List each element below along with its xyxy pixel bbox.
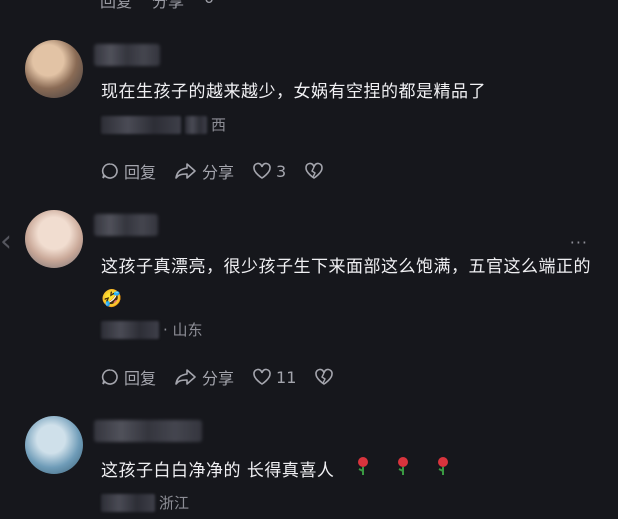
timestamp-blurred (101, 320, 159, 339)
reply-bubble-icon (101, 163, 118, 179)
comment-meta: 浙江 (101, 492, 189, 513)
comment-meta: · 山东 (101, 319, 203, 340)
share-button[interactable]: 分享 (174, 365, 234, 389)
comment-actions: 回复 分享 11 (100, 365, 356, 389)
like-count[interactable]: 0 (204, 0, 214, 12)
like-count: 11 (276, 367, 297, 387)
timestamp-blurred (101, 493, 155, 512)
comment-text: 现在生孩子的越来越少，女娲有空捏的都是精品了 (101, 82, 486, 102)
avatar[interactable] (25, 210, 83, 268)
like-count: 3 (276, 161, 287, 181)
location-text: 西 (211, 116, 227, 134)
chevron-left-icon[interactable]: ‹ (0, 222, 12, 262)
avatar[interactable] (25, 40, 83, 98)
heart-icon (253, 368, 271, 385)
like-button[interactable]: 11 (252, 368, 296, 387)
heart-icon (253, 162, 271, 179)
reply-button[interactable]: 回复 (100, 159, 156, 183)
broken-heart-icon (315, 368, 334, 385)
share-label: 分享 (202, 369, 235, 388)
share-button[interactable]: 分享 (152, 0, 184, 12)
reply-bubble-icon (101, 369, 118, 385)
rose-emoji-icon (398, 457, 409, 475)
timestamp-blurred (101, 115, 181, 134)
location-blurred (185, 115, 207, 134)
rose-emoji-icon (438, 457, 449, 475)
share-label: 分享 (202, 163, 235, 182)
reply-button[interactable]: 回复 (100, 0, 132, 12)
dislike-button[interactable] (304, 162, 328, 180)
share-button[interactable]: 分享 (174, 159, 234, 183)
comment-text-body: 这孩子白白净净的 长得真喜人 (101, 461, 335, 481)
like-button[interactable]: 3 (252, 162, 286, 181)
rose-emoji-icon (358, 457, 369, 475)
reply-label: 回复 (124, 163, 157, 182)
comment-actions: 回复 分享 3 (100, 159, 346, 183)
dislike-button[interactable] (314, 368, 338, 386)
laugh-emoji: 🤣 (101, 289, 123, 309)
username-blurred[interactable] (94, 214, 158, 236)
more-dots-icon[interactable]: ··· (570, 233, 588, 252)
comment-text-body: 这孩子真漂亮，很少孩子生下来面部这么饱满，五官这么端正的 (101, 257, 591, 277)
share-arrow-icon (175, 163, 196, 179)
comment-text: 这孩子真漂亮，很少孩子生下来面部这么饱满，五官这么端正的 🤣 (101, 251, 591, 315)
previous-comment-actions: 回复 分享 0 (100, 0, 214, 12)
avatar[interactable] (25, 416, 83, 474)
location-text: · 山东 (163, 321, 203, 339)
reply-label: 回复 (124, 369, 157, 388)
location-text: 浙江 (159, 494, 190, 512)
username-blurred[interactable] (94, 420, 202, 442)
comment-text: 这孩子白白净净的 长得真喜人 (101, 455, 591, 487)
comment-meta: 西 (101, 114, 226, 135)
reply-button[interactable]: 回复 (100, 365, 156, 389)
broken-heart-icon (305, 162, 324, 179)
share-arrow-icon (175, 369, 196, 385)
username-blurred[interactable] (94, 44, 160, 66)
